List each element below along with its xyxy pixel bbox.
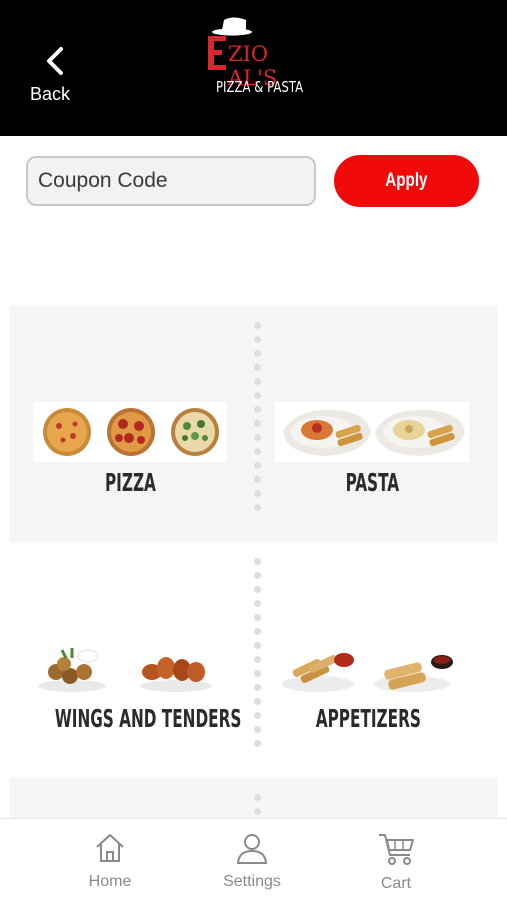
nav-label: Home [88, 873, 132, 890]
logo-subtitle: PIZZA & PASTA [216, 78, 304, 96]
chevron-left-icon [47, 47, 63, 75]
pizza-image [33, 402, 227, 462]
cart-icon [379, 834, 414, 865]
category-row: WINGS AND TENDERS APPETIZERS [10, 542, 498, 778]
app-header: Back ZIO AL'S PIZZA & PASTA [0, 0, 507, 136]
bottom-nav: Home Settings Cart [0, 818, 507, 900]
wings-image [38, 648, 212, 692]
category-appetizers[interactable]: APPETIZERS [253, 638, 483, 748]
category-pizza[interactable]: PIZZA [15, 402, 245, 512]
category-label: WINGS AND TENDERS [54, 704, 242, 733]
category-label: APPETIZERS [315, 704, 421, 733]
nav-cart[interactable]: Cart [346, 831, 446, 897]
category-label: PIZZA [104, 468, 156, 497]
category-pasta[interactable]: PASTA [257, 402, 487, 512]
home-icon [96, 834, 124, 862]
nav-settings[interactable]: Settings [202, 831, 302, 897]
coupon-code-input[interactable] [26, 156, 316, 206]
nav-label: Settings [223, 873, 281, 890]
back-button[interactable]: Back [24, 40, 84, 110]
nav-label: Cart [380, 875, 412, 892]
appetizers-image [282, 653, 453, 692]
apply-coupon-button[interactable]: Apply [334, 155, 479, 207]
back-label: Back [30, 84, 71, 104]
nav-home[interactable]: Home [60, 831, 160, 897]
user-icon [236, 834, 268, 864]
zio-als-logo: ZIO AL'S PIZZA & PASTA [200, 14, 310, 104]
category-row: PIZZA PASTA [10, 306, 498, 542]
apply-button-label: Apply [385, 170, 428, 191]
category-wings-and-tenders[interactable]: WINGS AND TENDERS [11, 638, 241, 748]
category-label: PASTA [345, 468, 399, 497]
pasta-image [275, 402, 469, 462]
